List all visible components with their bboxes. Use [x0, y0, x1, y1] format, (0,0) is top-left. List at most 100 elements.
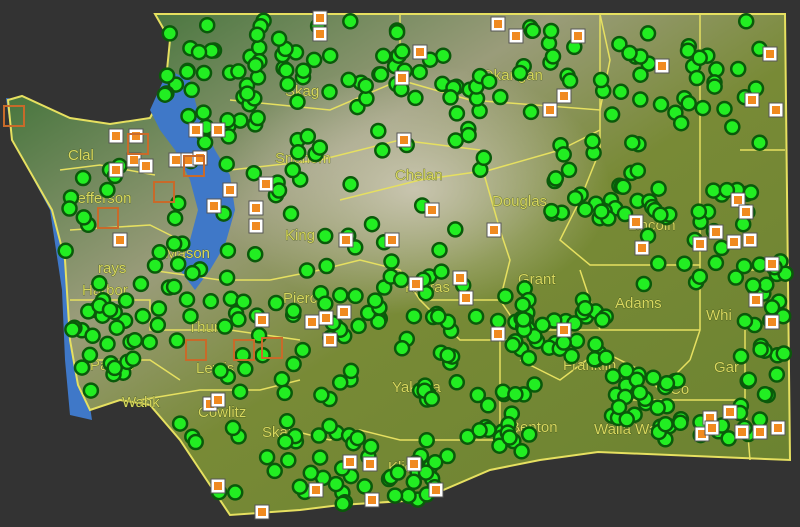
station-marker[interactable] — [393, 43, 411, 60]
station-marker[interactable] — [230, 63, 247, 80]
station-marker[interactable] — [277, 62, 295, 79]
site-marker[interactable] — [248, 218, 264, 234]
station-marker[interactable] — [763, 299, 781, 316]
station-marker[interactable] — [592, 71, 610, 89]
station-marker[interactable] — [372, 66, 390, 83]
station-marker[interactable] — [82, 382, 100, 399]
station-marker[interactable] — [752, 341, 769, 358]
station-marker[interactable] — [374, 142, 391, 159]
station-marker[interactable] — [691, 49, 708, 67]
station-marker[interactable] — [295, 62, 312, 79]
station-marker[interactable] — [515, 311, 532, 328]
site-marker[interactable] — [742, 232, 758, 248]
station-marker[interactable] — [202, 293, 220, 310]
station-marker[interactable] — [635, 275, 653, 293]
station-marker[interactable] — [231, 383, 249, 400]
station-marker[interactable] — [230, 311, 247, 328]
station-marker[interactable] — [126, 331, 144, 349]
station-marker[interactable] — [146, 257, 164, 274]
station-marker[interactable] — [400, 487, 417, 504]
station-marker[interactable] — [405, 473, 423, 491]
site-marker[interactable] — [248, 200, 264, 216]
site-marker[interactable] — [206, 198, 222, 214]
site-marker[interactable] — [708, 224, 724, 240]
station-marker[interactable] — [448, 105, 466, 122]
station-marker[interactable] — [99, 181, 116, 199]
station-marker[interactable] — [277, 433, 294, 450]
station-marker[interactable] — [151, 244, 168, 261]
site-marker[interactable] — [556, 88, 572, 104]
station-marker[interactable] — [439, 346, 456, 364]
station-marker[interactable] — [442, 89, 459, 106]
station-marker[interactable] — [576, 201, 594, 218]
station-marker[interactable] — [386, 487, 404, 504]
station-marker[interactable] — [735, 257, 753, 275]
station-marker[interactable] — [270, 182, 288, 199]
site-marker[interactable] — [744, 92, 760, 108]
station-marker[interactable] — [507, 386, 524, 403]
station-marker[interactable] — [430, 308, 447, 325]
station-marker[interactable] — [106, 359, 123, 377]
station-marker[interactable] — [57, 242, 74, 260]
station-marker[interactable] — [334, 495, 351, 513]
station-marker[interactable] — [652, 206, 669, 224]
station-marker[interactable] — [357, 77, 374, 94]
station-marker[interactable] — [639, 25, 657, 42]
site-marker[interactable] — [764, 314, 780, 330]
site-marker[interactable] — [704, 420, 720, 436]
station-marker[interactable] — [431, 241, 448, 259]
station-marker[interactable] — [688, 69, 706, 87]
station-marker[interactable] — [691, 268, 709, 285]
site-marker[interactable] — [734, 424, 750, 440]
station-marker[interactable] — [321, 83, 338, 101]
site-marker[interactable] — [396, 132, 412, 148]
site-marker[interactable] — [108, 162, 124, 178]
station-marker[interactable] — [280, 452, 297, 469]
site-marker[interactable] — [128, 128, 144, 144]
site-marker[interactable] — [362, 456, 378, 472]
station-marker[interactable] — [489, 312, 507, 330]
site-marker[interactable] — [424, 202, 440, 218]
site-marker[interactable] — [556, 322, 572, 338]
site-marker[interactable] — [752, 424, 768, 440]
station-marker[interactable] — [327, 475, 345, 493]
station-marker[interactable] — [75, 209, 93, 226]
station-marker[interactable] — [316, 227, 334, 245]
site-marker[interactable] — [308, 482, 324, 498]
station-marker[interactable] — [299, 128, 317, 145]
site-marker[interactable] — [726, 234, 742, 250]
station-marker[interactable] — [383, 253, 400, 270]
site-marker[interactable] — [254, 312, 270, 328]
station-marker[interactable] — [504, 336, 521, 354]
station-marker[interactable] — [117, 292, 135, 309]
station-marker[interactable] — [480, 73, 498, 90]
site-marker[interactable] — [342, 454, 358, 470]
station-marker[interactable] — [73, 359, 91, 376]
station-marker[interactable] — [736, 312, 754, 330]
station-marker[interactable] — [179, 63, 196, 81]
station-marker[interactable] — [672, 114, 690, 132]
station-marker[interactable] — [294, 341, 311, 359]
station-marker[interactable] — [555, 146, 572, 163]
station-marker[interactable] — [158, 67, 176, 84]
station-marker[interactable] — [501, 429, 518, 446]
site-marker[interactable] — [692, 236, 708, 252]
site-marker[interactable] — [338, 232, 354, 248]
site-marker[interactable] — [748, 292, 764, 308]
station-marker[interactable] — [534, 316, 551, 334]
station-marker[interactable] — [99, 335, 116, 353]
station-marker[interactable] — [340, 71, 357, 89]
station-marker[interactable] — [393, 340, 411, 357]
station-marker[interactable] — [758, 276, 775, 294]
station-marker[interactable] — [74, 169, 92, 187]
station-marker[interactable] — [479, 397, 497, 414]
station-marker[interactable] — [593, 203, 610, 220]
station-marker[interactable] — [347, 287, 364, 305]
station-marker[interactable] — [178, 291, 196, 308]
station-marker[interactable] — [650, 180, 667, 197]
station-marker[interactable] — [342, 176, 359, 193]
station-marker[interactable] — [716, 100, 733, 118]
station-marker[interactable] — [407, 89, 424, 107]
station-marker[interactable] — [705, 182, 722, 199]
station-marker[interactable] — [224, 419, 242, 437]
